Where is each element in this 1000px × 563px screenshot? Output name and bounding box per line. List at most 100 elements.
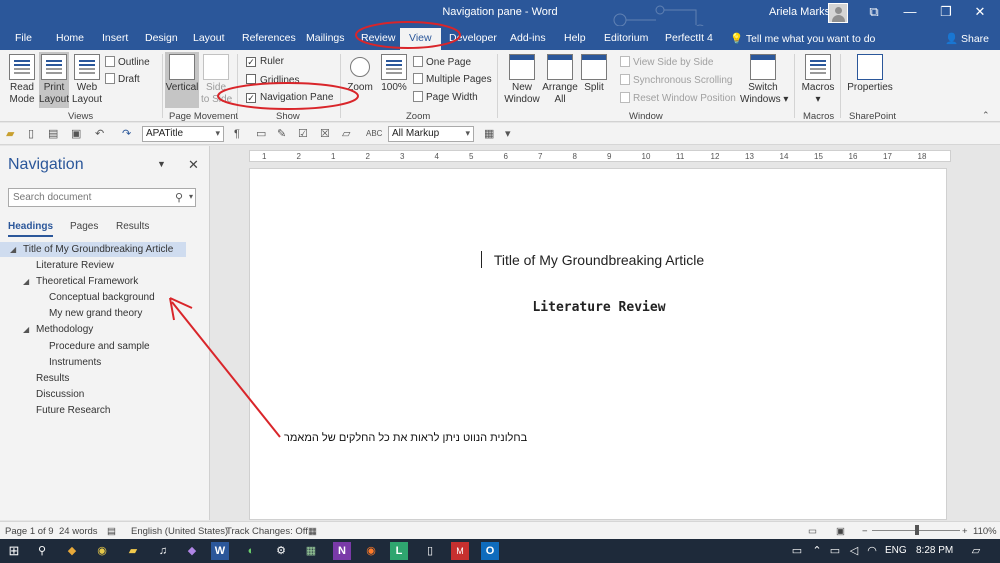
switch-windows-button[interactable]: Switch Windows ▾ — [740, 54, 788, 106]
page-count[interactable]: Page 1 of 9 — [5, 526, 54, 537]
books-app-icon[interactable]: ◆ — [63, 542, 81, 560]
tab-pages[interactable]: Pages — [70, 221, 98, 232]
open-folder-icon[interactable]: ▰ — [6, 128, 18, 140]
outlook-icon[interactable]: O — [481, 542, 499, 560]
close-pane-icon[interactable]: ✕ — [188, 157, 199, 173]
search-dropdown-icon[interactable]: ▾ — [189, 192, 193, 201]
document-page[interactable]: Title of My Groundbreaking Article Liter… — [249, 168, 947, 520]
comments-icon[interactable]: ▱ — [342, 128, 354, 140]
user-name[interactable]: Ariela Marks — [769, 6, 830, 18]
view-side-by-side-button[interactable]: View Side by Side — [620, 56, 713, 68]
new-window-button[interactable]: New Window — [502, 54, 542, 106]
tab-review[interactable]: Review — [361, 32, 395, 44]
collapse-ribbon-icon[interactable]: ⌃ — [982, 110, 990, 121]
app-diamond-icon[interactable]: ◆ — [183, 542, 201, 560]
insert-comment-icon[interactable]: ▭ — [256, 128, 268, 140]
search-icon[interactable]: ⚲ — [33, 542, 51, 560]
network-icon[interactable]: ▭ — [788, 542, 806, 560]
heading-item[interactable]: ◢ Methodology — [0, 322, 186, 337]
onenote-icon[interactable]: N — [333, 542, 351, 560]
read-mode-button[interactable]: Read Mode — [6, 54, 38, 106]
undo-icon[interactable]: ↶ — [95, 128, 107, 140]
customize-toolbar-icon[interactable]: ▦ — [484, 128, 496, 140]
ruler-checkbox[interactable]: ✓ Ruler — [246, 56, 284, 67]
tab-add-ins[interactable]: Add-ins — [510, 32, 546, 44]
tab-layout[interactable]: Layout — [193, 32, 225, 44]
monitor-icon[interactable]: ▭ — [826, 542, 844, 560]
heading-item[interactable]: ◢ Theoretical Framework — [0, 274, 186, 289]
vertical-button[interactable]: Vertical — [165, 52, 199, 108]
expand-triangle-icon[interactable]: ◢ — [10, 242, 16, 257]
wifi-icon[interactable]: ◠ — [863, 542, 881, 560]
tab-headings[interactable]: Headings — [8, 221, 54, 237]
tray-overflow-icon[interactable]: ⌃ — [808, 542, 826, 560]
properties-button[interactable]: Properties — [846, 54, 894, 94]
app-l-icon[interactable]: L — [390, 542, 408, 560]
macros-button[interactable]: Macros ▾ — [800, 54, 836, 106]
start-windows-icon[interactable]: ⊞ — [5, 542, 23, 560]
accept-change-icon[interactable]: ☑ — [298, 128, 310, 140]
side-to-side-button[interactable]: Side to Side — [201, 54, 232, 106]
macro-record-icon[interactable]: ▦ — [308, 526, 317, 537]
tab-home[interactable]: Home — [56, 32, 84, 44]
synchronous-scrolling-button[interactable]: Synchronous Scrolling — [620, 74, 733, 86]
split-button[interactable]: Split — [579, 54, 609, 94]
tab-file[interactable]: File — [15, 32, 32, 44]
action-center-icon[interactable]: ▱ — [967, 542, 985, 560]
pane-options-icon[interactable]: ▼ — [157, 159, 166, 169]
itunes-icon[interactable]: ♫ — [154, 542, 172, 560]
redo-icon[interactable]: ↷ — [122, 128, 134, 140]
word-taskbar-icon[interactable]: W — [211, 542, 229, 560]
document-title[interactable]: Title of My Groundbreaking Article — [250, 252, 948, 268]
heading-item[interactable]: ◢ Title of My Groundbreaking Article — [0, 242, 186, 257]
multiple-pages-button[interactable]: Multiple Pages — [413, 73, 492, 85]
heading-item[interactable]: Procedure and sample — [0, 339, 186, 354]
app-red-icon[interactable]: M — [451, 542, 469, 560]
language-status[interactable]: English (United States) — [131, 526, 228, 537]
tab-developer[interactable]: Developer — [449, 32, 497, 44]
share-button[interactable]: 👤 Share — [945, 32, 989, 45]
heading-item[interactable]: Results — [0, 371, 186, 386]
ribbon-display-options-icon[interactable]: ⧉ — [862, 2, 886, 22]
tab-design[interactable]: Design — [145, 32, 178, 44]
tab-insert[interactable]: Insert — [102, 32, 128, 44]
expand-triangle-icon[interactable]: ◢ — [23, 322, 29, 337]
heading-item[interactable]: Conceptual background — [0, 290, 186, 305]
navigation-pane-checkbox[interactable]: ✓ Navigation Pane — [246, 92, 333, 103]
horizontal-ruler[interactable]: 1212345678910111213141516171819 — [249, 150, 951, 162]
proofing-icon[interactable]: ▤ — [107, 526, 116, 537]
search-icon[interactable]: ⚲ — [175, 191, 183, 204]
zoom-button[interactable]: Zoom — [345, 54, 375, 94]
save-icon[interactable]: ▣ — [71, 128, 83, 140]
gridlines-checkbox[interactable]: Gridlines — [246, 74, 299, 86]
app-gear-icon[interactable]: ⚙ — [272, 542, 290, 560]
volume-icon[interactable]: ◁ — [845, 542, 863, 560]
reject-change-icon[interactable]: ☒ — [320, 128, 332, 140]
clock[interactable]: 8:28 PM — [916, 545, 953, 556]
tab-help[interactable]: Help — [564, 32, 586, 44]
calculator-icon[interactable]: ▦ — [302, 542, 320, 560]
minimize-button[interactable]: — — [898, 2, 922, 22]
style-select[interactable]: APATitle — [142, 126, 224, 142]
print-layout-button[interactable]: Print Layout — [39, 52, 69, 108]
paragraph-mark-icon[interactable]: ¶ — [234, 128, 246, 140]
word-count[interactable]: 24 words — [59, 526, 98, 537]
heading-item[interactable]: Instruments — [0, 355, 186, 370]
zoom-level[interactable]: 110% — [973, 526, 997, 537]
notes-icon[interactable]: ▯ — [421, 542, 439, 560]
spelling-icon[interactable]: ABC — [366, 128, 382, 140]
read-mode-view-icon[interactable]: ▭ — [808, 526, 817, 537]
expand-triangle-icon[interactable]: ◢ — [23, 274, 29, 289]
print-preview-icon[interactable]: ▤ — [48, 128, 60, 140]
heading-item[interactable]: Future Research — [0, 403, 186, 418]
vertical-scrollbar[interactable] — [988, 146, 1000, 520]
heading-item[interactable]: Literature Review — [0, 258, 186, 273]
heading-item[interactable]: Discussion — [0, 387, 186, 402]
zoom-slider-thumb[interactable] — [915, 525, 920, 535]
zoom-slider[interactable] — [872, 525, 960, 535]
input-language[interactable]: ENG — [885, 545, 907, 556]
toolbar-overflow-icon[interactable]: ▾ — [505, 128, 517, 140]
document-heading[interactable]: Literature Review — [250, 300, 948, 315]
markup-select[interactable]: All Markup — [388, 126, 474, 142]
zoom-in-icon[interactable]: + — [962, 526, 968, 537]
